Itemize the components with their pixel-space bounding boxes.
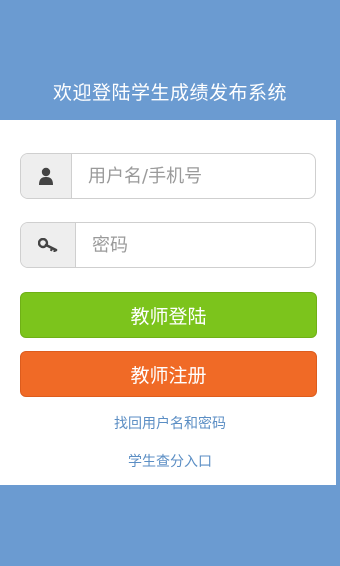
teacher-login-button[interactable]: 教师登陆 xyxy=(20,292,317,338)
username-field xyxy=(20,153,316,199)
header: 欢迎登陆学生成绩发布系统 xyxy=(0,0,340,120)
username-input[interactable] xyxy=(72,154,315,198)
password-input[interactable] xyxy=(76,223,315,267)
password-field xyxy=(20,222,316,268)
page-title: 欢迎登陆学生成绩发布系统 xyxy=(52,81,287,104)
login-panel: 教师登陆 教师注册 找回用户名和密码 学生查分入口 xyxy=(0,120,336,485)
recover-account-link[interactable]: 找回用户名和密码 xyxy=(0,413,340,433)
student-entry-link[interactable]: 学生查分入口 xyxy=(0,451,340,471)
teacher-register-button[interactable]: 教师注册 xyxy=(20,351,317,397)
key-icon xyxy=(21,223,76,267)
user-icon xyxy=(21,154,72,198)
